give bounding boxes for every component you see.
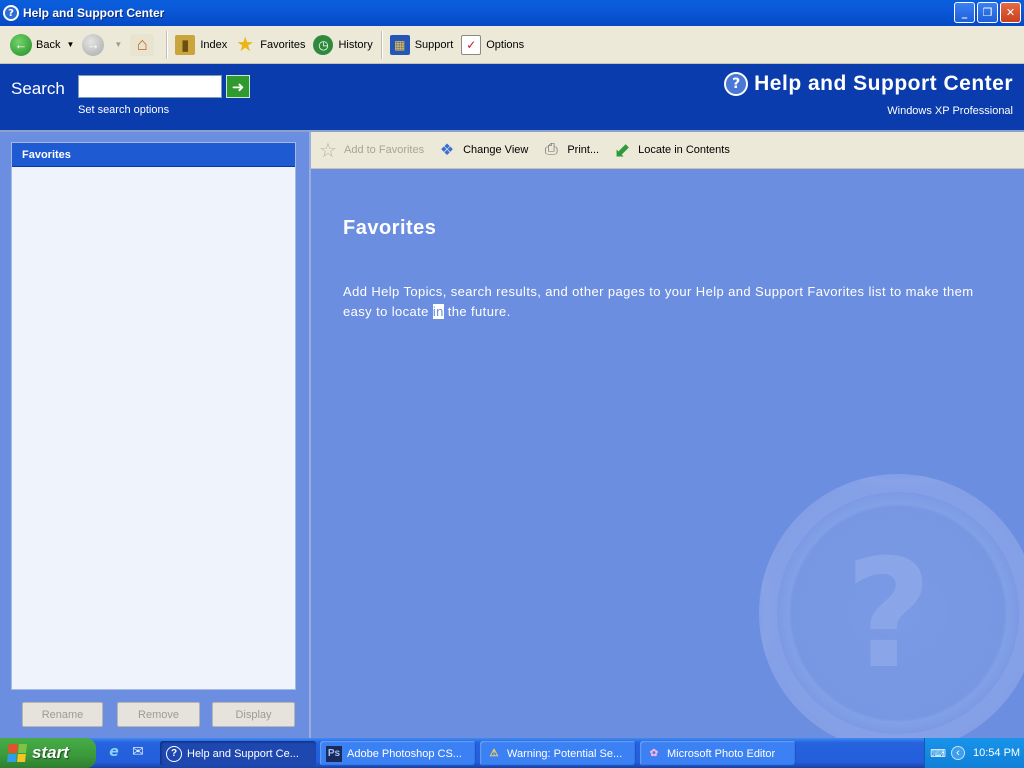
header-band: Search ➜ Set search options ? Help and S… bbox=[0, 64, 1024, 130]
close-button[interactable]: ✕ bbox=[1000, 2, 1021, 23]
printer-icon: ⎙ bbox=[544, 141, 558, 158]
favorites-button[interactable]: ★ Favorites bbox=[231, 30, 309, 60]
chevron-down-icon[interactable]: ▼ bbox=[66, 40, 74, 49]
index-button[interactable]: ▮ Index bbox=[171, 30, 231, 60]
left-pane: Favorites Rename Remove Display bbox=[0, 132, 309, 738]
home-icon: ⌂ bbox=[130, 33, 155, 56]
photoshop-icon: Ps bbox=[326, 745, 342, 762]
start-button[interactable]: start bbox=[0, 738, 96, 768]
keyboard-icon[interactable]: ⌨ bbox=[930, 746, 946, 760]
warning-icon: ⚠ bbox=[489, 748, 499, 759]
content-toolbar: ☆ Add to Favorites ❖ Change View ⎙ Print… bbox=[311, 132, 1024, 169]
chevron-down-icon[interactable]: ▼ bbox=[114, 40, 122, 49]
arrow-right-icon: ➜ bbox=[231, 77, 245, 96]
taskbar-item-help[interactable]: ? Help and Support Ce... bbox=[160, 741, 316, 766]
star-icon: ☆ bbox=[319, 139, 337, 162]
search-options-link[interactable]: Set search options bbox=[78, 104, 169, 116]
content-text-part: the future. bbox=[443, 304, 511, 319]
windows-logo-icon bbox=[7, 744, 27, 762]
taskbar-item-photoshop[interactable]: Ps Adobe Photoshop CS... bbox=[320, 741, 476, 766]
internet-explorer-icon[interactable]: e bbox=[104, 742, 124, 762]
main-toolbar: ← Back ▼ → ▼ ⌂ ▮ Index ★ Favorites ◷ His… bbox=[0, 26, 1024, 64]
toolbar-separator bbox=[166, 30, 168, 59]
content-pane: ☆ Add to Favorites ❖ Change View ⎙ Print… bbox=[311, 132, 1024, 738]
history-label: History bbox=[338, 38, 373, 51]
photo-editor-icon: ✿ bbox=[649, 748, 659, 759]
restore-button[interactable]: ❐ bbox=[977, 2, 998, 23]
help-icon: ? bbox=[724, 72, 749, 96]
star-icon: ★ bbox=[236, 34, 255, 56]
forward-button[interactable]: → ▼ bbox=[78, 30, 126, 60]
book-icon: ▮ bbox=[175, 34, 196, 55]
search-input[interactable] bbox=[78, 75, 222, 98]
taskbar-item-label: Warning: Potential Se... bbox=[507, 747, 623, 760]
chevron-left-icon[interactable]: ‹ bbox=[951, 746, 965, 760]
help-watermark-icon: ? bbox=[759, 474, 1024, 738]
outlook-express-icon[interactable]: ✉ bbox=[128, 742, 148, 762]
history-clock-icon: ◷ bbox=[313, 34, 334, 55]
favorites-list[interactable] bbox=[12, 167, 295, 689]
app-subtitle: Windows XP Professional bbox=[887, 105, 1013, 117]
change-view-label: Change View bbox=[463, 144, 529, 156]
locate-arrow-icon: ⬋ bbox=[613, 139, 631, 162]
taskbar-item-photo-editor[interactable]: ✿ Microsoft Photo Editor bbox=[640, 741, 796, 766]
taskbar-item-warning[interactable]: ⚠ Warning: Potential Se... bbox=[480, 741, 636, 766]
index-label: Index bbox=[200, 38, 228, 51]
forward-arrow-icon: → bbox=[82, 33, 105, 56]
change-view-button[interactable]: ❖ Change View bbox=[434, 135, 534, 165]
display-button[interactable]: Display bbox=[212, 702, 295, 727]
taskbar: start e ✉ ? Help and Support Ce... Ps Ad… bbox=[0, 738, 1024, 768]
clock: 10:54 PM bbox=[973, 747, 1021, 759]
title-bar[interactable]: ? Help and Support Center _ ❐ ✕ bbox=[0, 0, 1024, 26]
home-button[interactable]: ⌂ bbox=[126, 30, 162, 60]
search-label: Search bbox=[11, 79, 65, 98]
app-title-block: ? Help and Support Center bbox=[724, 72, 1013, 96]
rename-button[interactable]: Rename bbox=[22, 702, 103, 727]
taskbar-item-label: Help and Support Ce... bbox=[187, 747, 299, 760]
support-label: Support bbox=[414, 38, 454, 51]
locate-in-contents-button[interactable]: ⬋ Locate in Contents bbox=[609, 135, 736, 165]
minimize-button[interactable]: _ bbox=[954, 2, 975, 23]
options-button[interactable]: ✓ Options bbox=[457, 30, 528, 60]
selected-text: in bbox=[432, 304, 444, 319]
back-button[interactable]: ← Back ▼ bbox=[6, 30, 78, 60]
options-checklist-icon: ✓ bbox=[461, 34, 482, 55]
app-title: Help and Support Center bbox=[754, 72, 1013, 95]
window-controls: _ ❐ ✕ bbox=[954, 2, 1021, 23]
add-to-favorites-button[interactable]: ☆ Add to Favorites bbox=[315, 135, 430, 165]
system-tray: ⌨ ‹ 10:54 PM bbox=[924, 738, 1024, 768]
add-to-favorites-label: Add to Favorites bbox=[344, 144, 425, 156]
print-label: Print... bbox=[567, 144, 600, 156]
search-go-button[interactable]: ➜ bbox=[226, 75, 250, 98]
favorites-panel: Favorites bbox=[11, 142, 296, 690]
back-label: Back bbox=[36, 38, 61, 51]
favorites-panel-header: Favorites bbox=[12, 143, 295, 167]
locate-in-contents-label: Locate in Contents bbox=[638, 144, 730, 156]
window-title: Help and Support Center bbox=[23, 6, 165, 20]
support-icon: ▦ bbox=[389, 34, 410, 55]
back-arrow-icon: ← bbox=[10, 33, 32, 56]
taskbar-item-label: Adobe Photoshop CS... bbox=[347, 747, 462, 760]
history-button[interactable]: ◷ History bbox=[309, 30, 376, 60]
support-button[interactable]: ▦ Support bbox=[386, 30, 458, 60]
taskbar-item-label: Microsoft Photo Editor bbox=[667, 747, 776, 760]
options-label: Options bbox=[486, 38, 525, 51]
favorites-label: Favorites bbox=[260, 38, 306, 51]
start-label: start bbox=[32, 743, 69, 762]
toolbar-separator bbox=[380, 30, 382, 59]
help-icon: ? bbox=[3, 5, 19, 21]
quick-launch: e ✉ bbox=[104, 742, 148, 762]
content-title: Favorites bbox=[343, 217, 437, 239]
print-button[interactable]: ⎙ Print... bbox=[538, 135, 605, 165]
remove-button[interactable]: Remove bbox=[117, 702, 200, 727]
content-text: Add Help Topics, search results, and oth… bbox=[343, 282, 1003, 322]
change-view-icon: ❖ bbox=[439, 142, 455, 159]
help-icon: ? bbox=[166, 745, 182, 762]
